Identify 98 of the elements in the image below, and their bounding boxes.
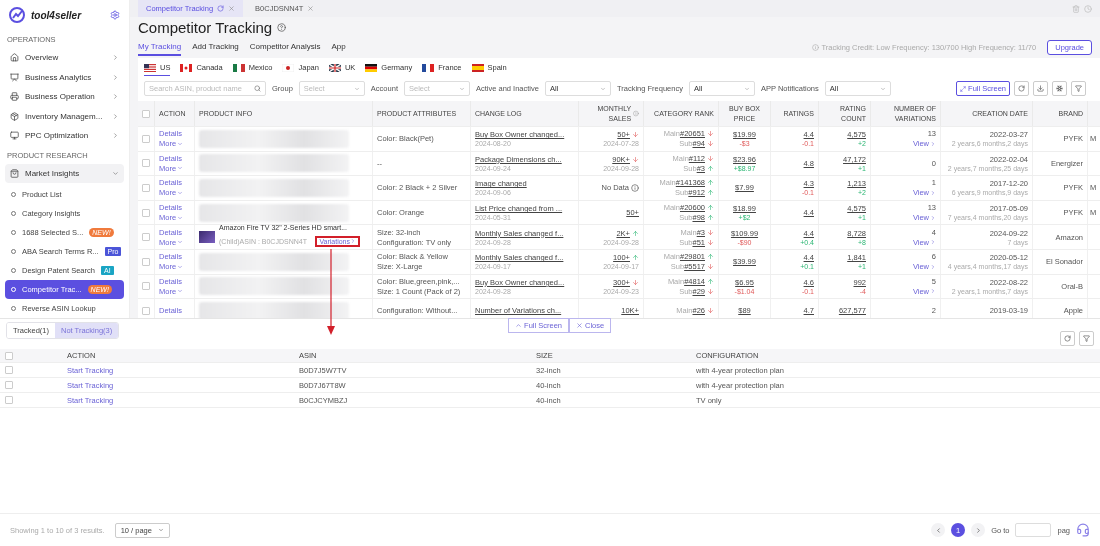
nav-item[interactable]: Overview xyxy=(5,48,124,68)
chevron-right-icon xyxy=(930,263,936,270)
sub-tab[interactable]: App xyxy=(331,38,346,56)
snowflake-button[interactable] xyxy=(1052,81,1067,96)
bag-icon xyxy=(10,168,19,178)
select-all-checkbox[interactable] xyxy=(5,351,13,360)
chevron-left-icon xyxy=(934,526,942,534)
filter-icon xyxy=(1075,85,1082,92)
flag-icon xyxy=(422,63,435,72)
clock-icon[interactable] xyxy=(1084,4,1092,13)
sub-tab[interactable]: Add Tracking xyxy=(192,38,239,56)
printer-icon xyxy=(10,92,19,102)
chevron-right-icon xyxy=(112,93,119,101)
chevron-down-icon xyxy=(177,214,184,221)
help-icon xyxy=(277,23,287,32)
close-icon xyxy=(228,5,236,12)
flag-icon xyxy=(232,63,245,72)
refresh-icon xyxy=(1064,335,1071,342)
nav-item[interactable]: Business Analytics xyxy=(5,67,124,87)
chevron-up-icon xyxy=(515,322,523,329)
row-checkbox[interactable] xyxy=(5,396,13,404)
chevron-right-icon xyxy=(112,132,119,140)
flag-icon xyxy=(144,63,156,72)
row-checkbox[interactable] xyxy=(5,366,13,374)
next-page-button[interactable] xyxy=(971,523,986,537)
trash-icon[interactable] xyxy=(1072,4,1080,13)
info-icon xyxy=(811,43,819,51)
flag-icon xyxy=(365,63,378,72)
chevron-down-icon xyxy=(879,85,886,92)
refresh-button[interactable] xyxy=(1014,81,1029,96)
chevron-right-icon xyxy=(112,54,119,62)
flag-icon xyxy=(471,63,484,72)
chevron-right-icon xyxy=(350,238,356,245)
nav-item[interactable]: PPC Optimization xyxy=(5,126,124,146)
row-checkbox[interactable] xyxy=(142,159,150,168)
chevron-down-icon xyxy=(177,239,184,246)
flag-icon xyxy=(282,63,295,72)
logo-icon xyxy=(9,7,25,23)
filter-button[interactable] xyxy=(1071,81,1086,96)
brand-name: tool4seller xyxy=(31,9,83,21)
row-checkbox[interactable] xyxy=(142,306,150,315)
chevron-down-icon xyxy=(177,263,184,270)
refresh-icon xyxy=(217,5,225,12)
page-input[interactable] xyxy=(1015,523,1052,537)
flag-icon xyxy=(180,63,193,72)
sub-tab[interactable]: My Tracking xyxy=(138,38,182,56)
row-checkbox[interactable] xyxy=(142,233,150,242)
headset-icon[interactable] xyxy=(1076,523,1090,537)
chevron-down-icon xyxy=(177,190,184,196)
download-button[interactable] xyxy=(1033,81,1048,96)
download-icon xyxy=(1037,85,1044,92)
chevron-down-icon xyxy=(743,85,750,92)
chevron-down-icon xyxy=(353,85,360,92)
photo-placeholder xyxy=(199,231,215,244)
row-checkbox[interactable] xyxy=(142,134,150,143)
chevron-right-icon xyxy=(930,239,936,246)
previous-page-button[interactable] xyxy=(931,523,946,537)
chevron-down-icon xyxy=(157,527,164,533)
close-icon xyxy=(576,322,583,329)
flag-icon xyxy=(328,63,341,72)
row-checkbox[interactable] xyxy=(142,282,150,291)
house-icon xyxy=(10,53,19,63)
chevron-right-icon xyxy=(930,214,936,221)
chevron-right-icon xyxy=(112,73,119,81)
close-icon xyxy=(307,5,315,12)
nav-item[interactable]: Inventory Managem... xyxy=(5,106,124,126)
row-checkbox[interactable] xyxy=(5,381,13,389)
filter-button[interactable] xyxy=(1079,331,1094,346)
row-checkbox[interactable] xyxy=(142,257,150,266)
chevron-down-icon xyxy=(599,85,606,92)
chevron-right-icon xyxy=(112,112,119,120)
refresh-button[interactable] xyxy=(1060,331,1075,346)
chevron-right-icon xyxy=(930,288,936,295)
chevron-down-icon xyxy=(177,140,184,147)
expand-icon xyxy=(960,85,967,92)
row-checkbox[interactable] xyxy=(142,208,150,217)
chevron-right-icon xyxy=(974,526,982,534)
filter-icon xyxy=(1083,335,1090,342)
package-icon xyxy=(10,111,19,121)
chevron-right-icon xyxy=(930,140,936,147)
refresh-icon xyxy=(1018,85,1025,92)
info-icon xyxy=(631,184,639,192)
monitor-icon xyxy=(10,131,19,141)
settings-icon[interactable] xyxy=(110,10,120,20)
nav-item[interactable]: Business Operation xyxy=(5,87,124,107)
chevron-down-icon xyxy=(177,165,184,172)
chevron-down-icon xyxy=(177,288,184,295)
presentation-icon xyxy=(10,72,19,82)
page-title: Competitor Tracking xyxy=(138,19,273,36)
row-checkbox[interactable] xyxy=(142,184,150,192)
sub-tab[interactable]: Competitor Analysis xyxy=(249,38,321,56)
chevron-right-icon xyxy=(930,190,936,196)
chevron-down-icon xyxy=(112,169,119,177)
search-icon xyxy=(254,85,261,92)
select-all-checkbox[interactable] xyxy=(142,109,150,118)
nav-item[interactable]: Market Insights xyxy=(5,163,124,183)
snowflake-icon xyxy=(1056,85,1063,92)
chevron-down-icon xyxy=(458,85,465,92)
